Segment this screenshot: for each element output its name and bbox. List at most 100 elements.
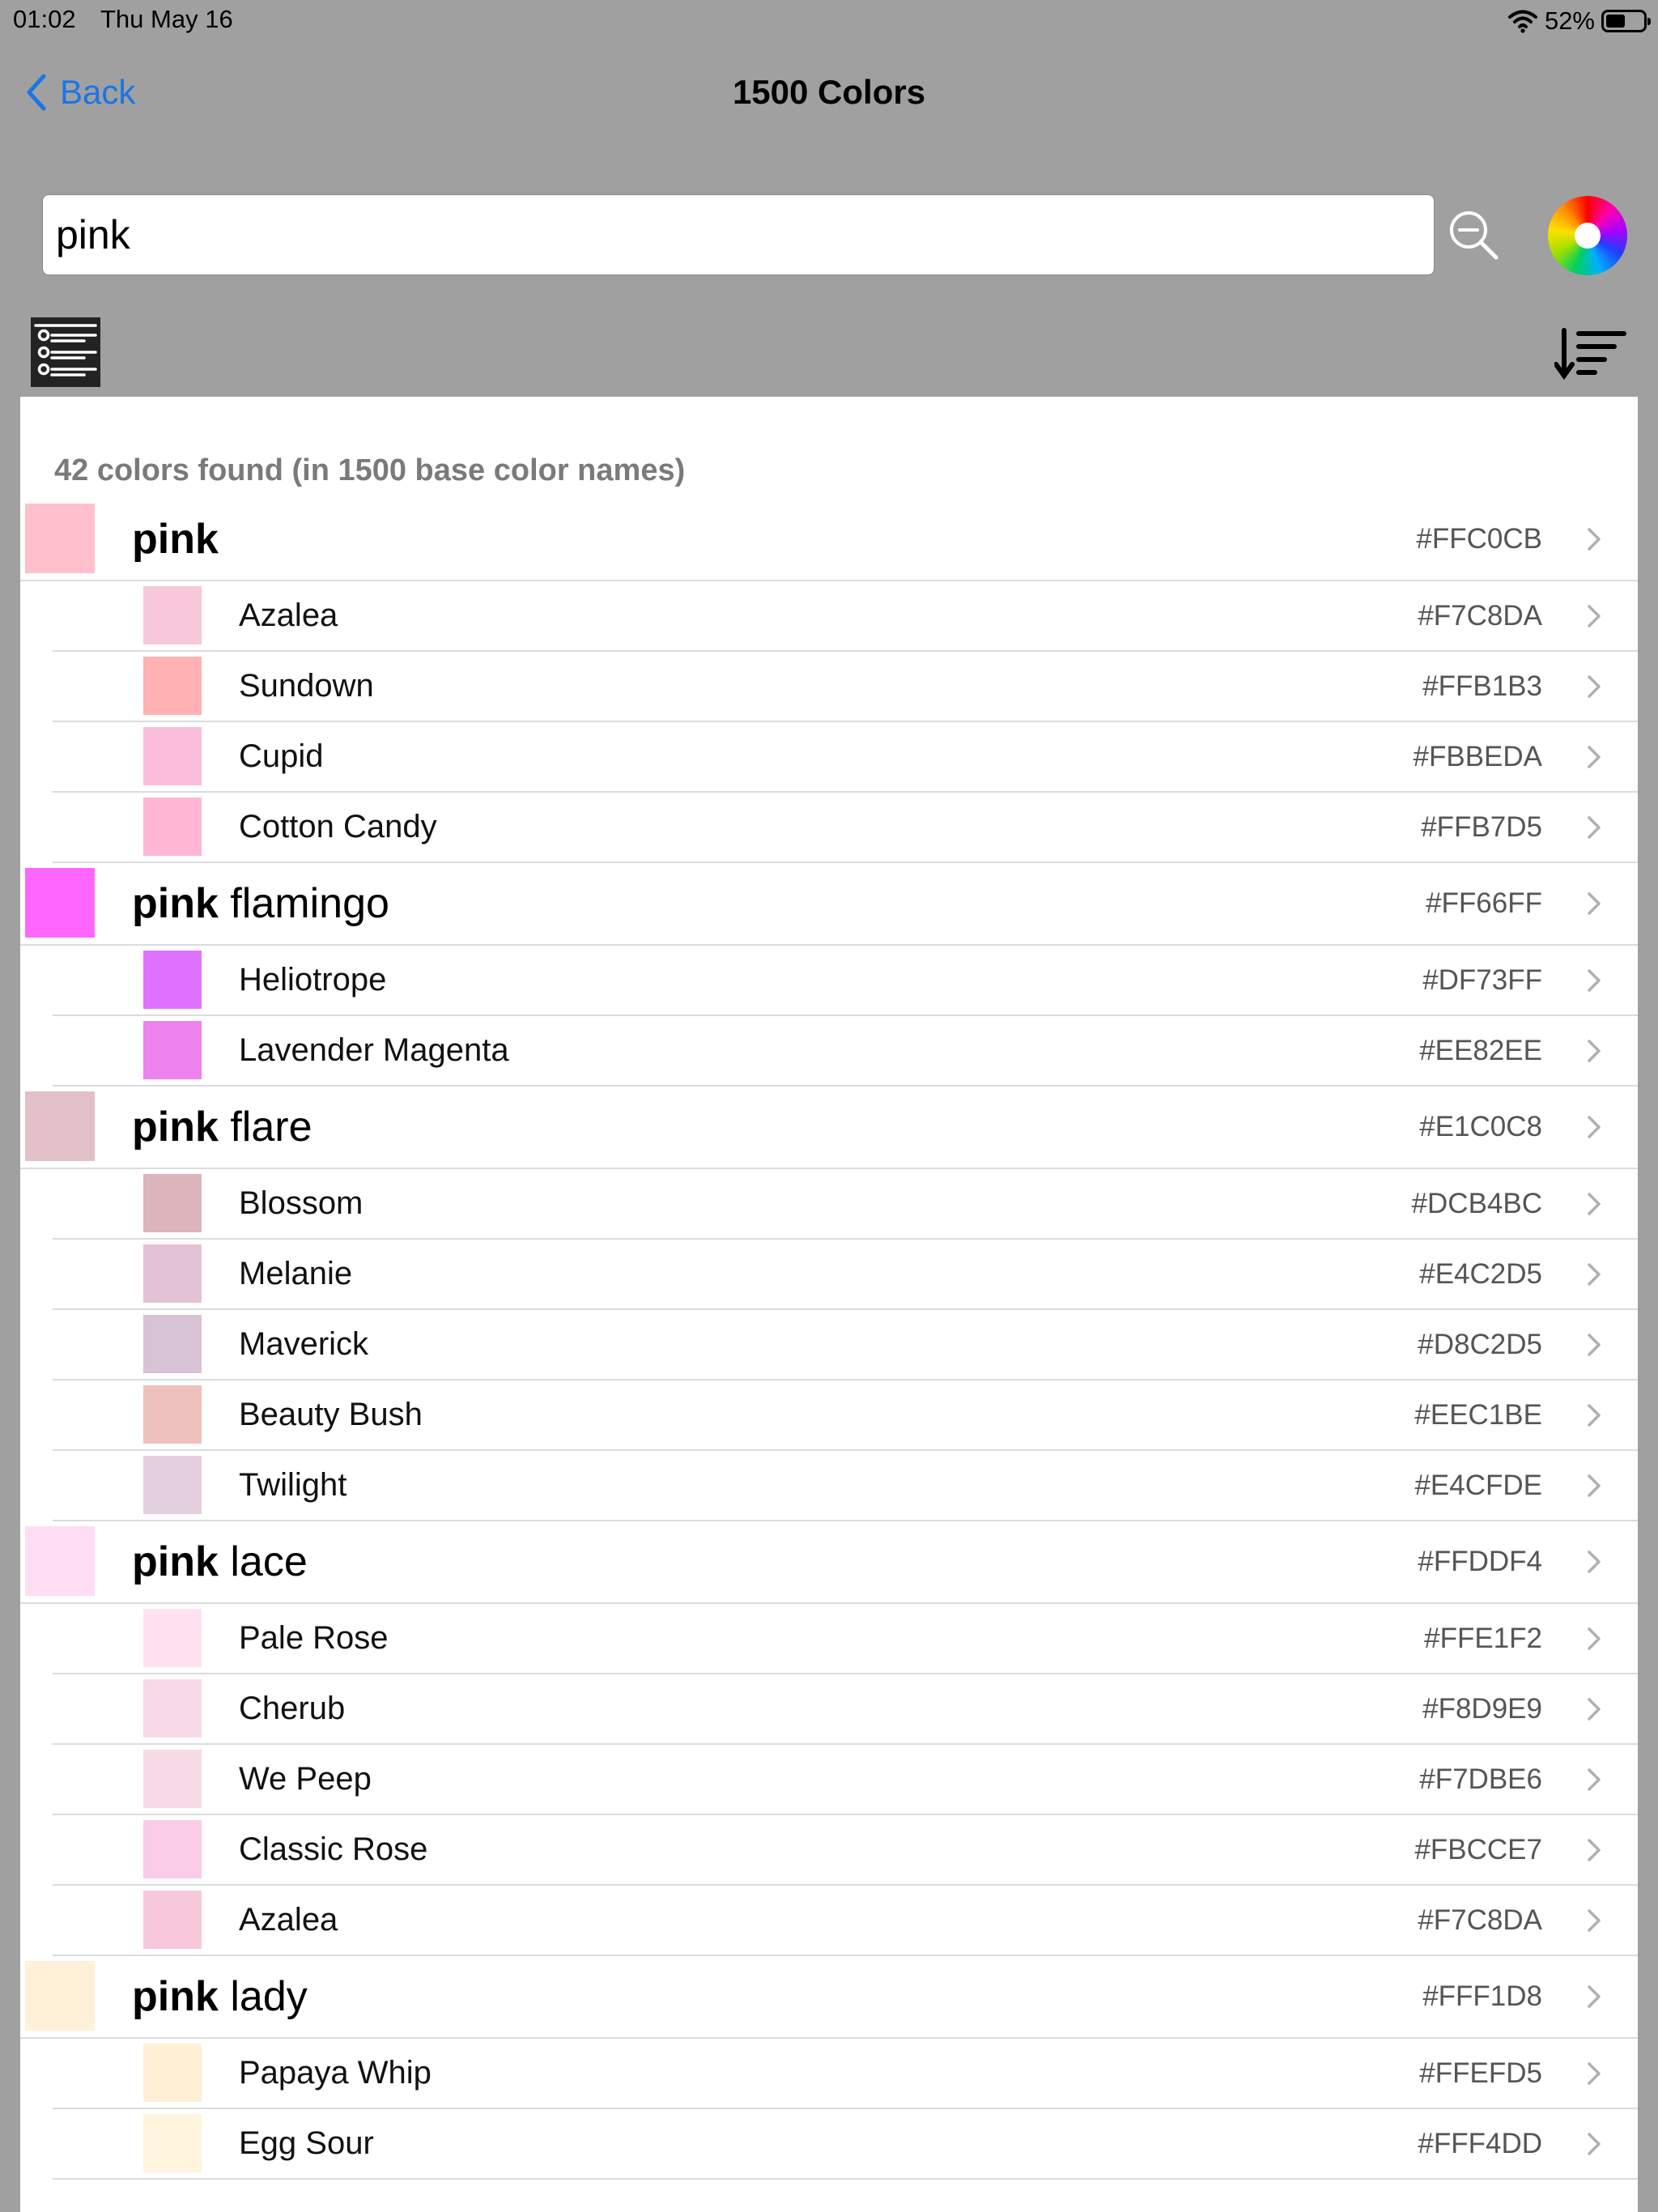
hex-code: #E1C0C8 [1419, 1111, 1542, 1142]
hex-code: #FFE1F2 [1424, 1623, 1542, 1654]
search-button[interactable] [1448, 209, 1501, 262]
base-color-row[interactable]: pink #FFC0CB [20, 499, 1638, 581]
color-swatch [143, 1750, 202, 1808]
chevron-right-icon [1588, 605, 1601, 627]
hex-code: #FFF1D8 [1422, 1980, 1542, 2012]
results-panel: 42 colors found (in 1500 base color name… [20, 397, 1638, 2212]
color-row[interactable]: Cupid #FBBEDA [53, 722, 1638, 793]
color-row[interactable]: Azalea #F7C8DA [53, 1886, 1638, 1956]
hex-code: #FFDDF4 [1418, 1546, 1542, 1577]
color-wheel-button[interactable] [1548, 196, 1627, 275]
sort-button[interactable] [1554, 325, 1627, 382]
color-row[interactable]: Classic Rose #FBCCE7 [53, 1815, 1638, 1886]
search-match: pink [132, 1538, 219, 1585]
base-color-row[interactable]: pink flamingo #FF66FF [20, 863, 1638, 946]
hex-code: #D8C2D5 [1418, 1329, 1542, 1360]
name-suffix: lady [218, 1973, 308, 2020]
hex-code: #FFB7D5 [1421, 811, 1542, 843]
base-color-row[interactable]: pink lace #FFDDF4 [20, 1521, 1638, 1604]
color-row[interactable]: Beauty Bush #EEC1BE [53, 1380, 1638, 1451]
chevron-right-icon [1588, 1627, 1601, 1650]
chevron-right-icon [1588, 892, 1601, 915]
hex-code: #E4CFDE [1414, 1470, 1542, 1501]
color-name: Twilight [239, 1467, 347, 1503]
color-swatch [143, 657, 202, 715]
color-list: pink #FFC0CB Azalea #F7C8DA Sundown #FFB1B3 Cu… [20, 499, 1638, 2180]
chevron-right-icon [1588, 1909, 1601, 1932]
chevron-right-icon [1588, 1839, 1601, 1861]
battery-percent: 52% [1544, 6, 1595, 35]
chevron-right-icon [1588, 969, 1601, 992]
color-row[interactable]: Cotton Candy #FFB7D5 [53, 793, 1638, 863]
color-row[interactable]: Maverick #D8C2D5 [53, 1310, 1638, 1380]
color-row[interactable]: Heliotrope #DF73FF [53, 946, 1638, 1016]
color-row[interactable]: Cherub #F8D9E9 [53, 1674, 1638, 1745]
hex-code: #EE82EE [1419, 1035, 1542, 1066]
color-name: We Peep [239, 1761, 372, 1797]
chevron-right-icon [1588, 2133, 1601, 2155]
hex-code: #F7C8DA [1418, 1904, 1542, 1936]
color-swatch [143, 1244, 202, 1303]
wifi-icon [1507, 10, 1537, 33]
color-name: Sundown [239, 668, 374, 704]
color-row[interactable]: Lavender Magenta #EE82EE [53, 1016, 1638, 1087]
color-swatch [143, 1456, 202, 1514]
hex-code: #EEC1BE [1414, 1399, 1542, 1431]
results-summary: 42 colors found (in 1500 base color name… [54, 453, 686, 487]
color-row[interactable]: Sundown #FFB1B3 [53, 652, 1638, 722]
hex-code: #FFB1B3 [1422, 670, 1542, 702]
color-swatch [143, 1315, 202, 1373]
chevron-right-icon [1588, 816, 1601, 839]
base-color-row[interactable]: pink lady #FFF1D8 [20, 1956, 1638, 2039]
base-color-row[interactable]: pink flare #E1C0C8 [20, 1087, 1638, 1169]
name-suffix: flare [218, 1104, 312, 1151]
name-suffix: lace [218, 1538, 308, 1585]
color-row[interactable]: Twilight #E4CFDE [53, 1451, 1638, 1521]
color-swatch [143, 1820, 202, 1878]
color-swatch [143, 1174, 202, 1232]
magnifier-zoom-out-icon [1450, 211, 1499, 260]
color-name: Azalea [239, 598, 338, 633]
color-row[interactable]: We Peep #F7DBE6 [53, 1745, 1638, 1815]
hex-code: #FF66FF [1426, 887, 1542, 919]
chevron-right-icon [1588, 2062, 1601, 2085]
color-swatch [143, 2044, 202, 2102]
color-name: Lavender Magenta [239, 1032, 509, 1068]
search-input[interactable] [42, 194, 1435, 275]
chevron-right-icon [1588, 528, 1601, 551]
status-right: 52% [1507, 5, 1651, 37]
color-swatch [25, 868, 95, 938]
color-name: pink [132, 499, 219, 580]
color-name: Beauty Bush [239, 1397, 423, 1432]
battery-icon [1601, 10, 1651, 32]
color-row[interactable]: Pale Rose #FFE1F2 [53, 1604, 1638, 1674]
color-row[interactable]: Papaya Whip #FFEFD5 [53, 2039, 1638, 2109]
chevron-right-icon [1588, 1334, 1601, 1356]
color-row[interactable]: Blossom #DCB4BC [53, 1169, 1638, 1240]
color-name: pink flare [132, 1087, 312, 1168]
color-swatch [143, 951, 202, 1009]
hex-code: #FBBEDA [1413, 741, 1543, 772]
color-name: Melanie [239, 1256, 353, 1291]
color-name: Egg Sour [239, 2125, 374, 2161]
color-row[interactable]: Egg Sour #FFF4DD [53, 2109, 1638, 2180]
color-swatch [25, 1961, 95, 2031]
hex-code: #DCB4BC [1411, 1188, 1542, 1219]
color-swatch [25, 504, 95, 573]
chevron-right-icon [1588, 1040, 1601, 1062]
color-name: Maverick [239, 1326, 369, 1362]
chevron-right-icon [1588, 1474, 1601, 1497]
color-swatch [143, 1385, 202, 1444]
chevron-right-icon [1588, 1404, 1601, 1427]
color-row[interactable]: Azalea #F7C8DA [53, 581, 1638, 652]
hex-code: #FBCCE7 [1414, 1834, 1542, 1865]
filter-options-button[interactable] [31, 317, 100, 387]
chevron-right-icon [1588, 1263, 1601, 1286]
color-swatch [143, 2114, 202, 2172]
hex-code: #FFC0CB [1416, 523, 1542, 555]
color-swatch [25, 1091, 95, 1161]
color-row[interactable]: Melanie #E4C2D5 [53, 1240, 1638, 1310]
color-name: Cupid [239, 738, 324, 774]
hex-code: #DF73FF [1422, 964, 1542, 996]
color-name: Pale Rose [239, 1620, 389, 1656]
